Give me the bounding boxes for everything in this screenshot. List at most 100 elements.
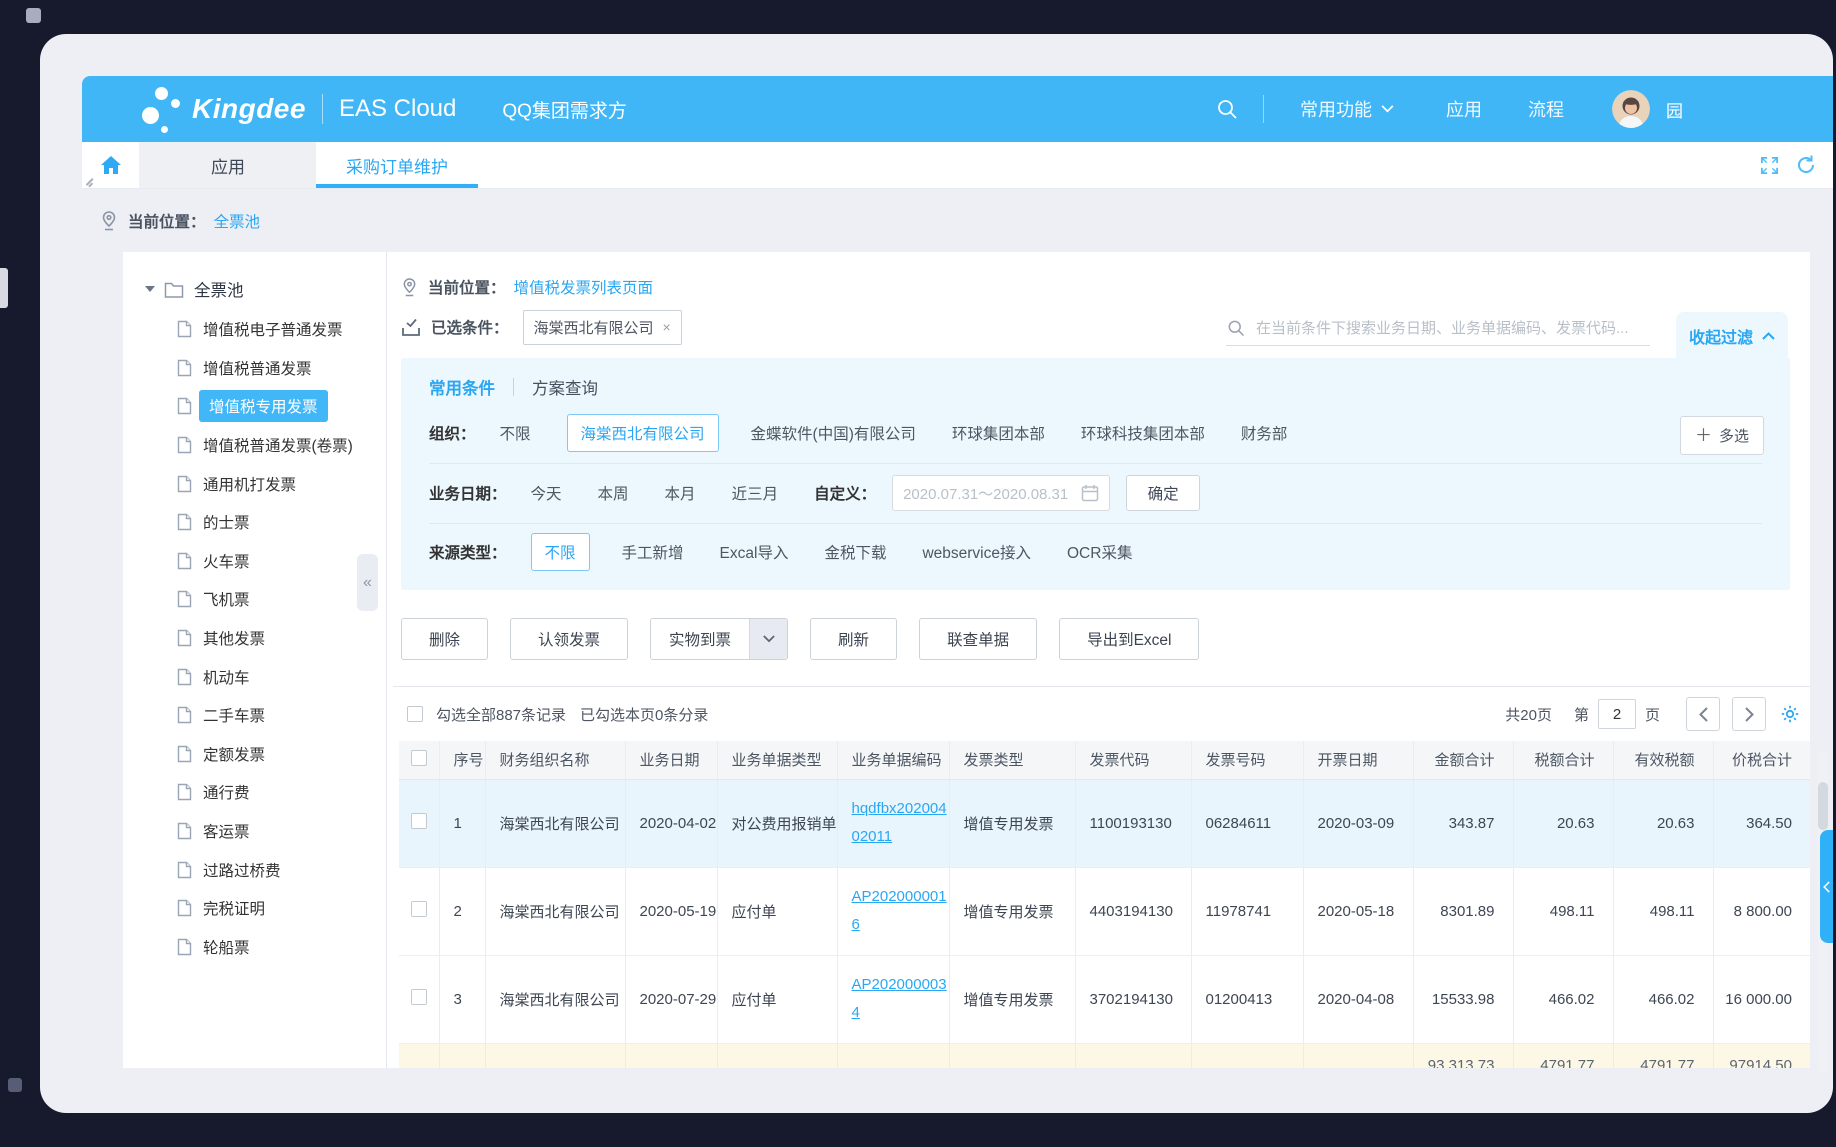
- chevron-down-icon: [763, 635, 775, 643]
- chevron-right-icon: [1745, 707, 1754, 722]
- cell-tax: 466.02: [1513, 955, 1613, 1043]
- sidebar-item-taxi[interactable]: 的士票: [123, 503, 386, 542]
- header-search-icon[interactable]: [1215, 97, 1239, 121]
- sidebar-item-passenger[interactable]: 客运票: [123, 812, 386, 851]
- cell-seq: 1: [439, 779, 485, 867]
- summary-valid-tax: 4791.77: [1613, 1043, 1713, 1068]
- date-range-input[interactable]: 2020.07.31～2020.08.31: [892, 475, 1110, 511]
- biz-code-link[interactable]: hqdfbx20200402011: [852, 800, 947, 846]
- sidebar-item-vat-special[interactable]: 增值税专用发票: [123, 387, 386, 426]
- tab-app[interactable]: 应用: [140, 142, 316, 188]
- org-option-unlimited[interactable]: 不限: [500, 422, 531, 444]
- criteria-tag-remove-icon[interactable]: ×: [663, 319, 671, 335]
- location-pin-icon: [401, 277, 418, 297]
- claim-invoice-button[interactable]: 认领发票: [510, 618, 628, 660]
- file-icon: [177, 320, 192, 338]
- cell-org: 海棠西北有限公司: [485, 779, 625, 867]
- caret-down-icon[interactable]: [145, 286, 155, 292]
- date-option-last-3-months[interactable]: 近三月: [732, 482, 779, 504]
- sidebar-item-flight[interactable]: 飞机票: [123, 580, 386, 619]
- page-number-input[interactable]: [1598, 699, 1636, 729]
- org-option-haitang-selected[interactable]: 海棠西北有限公司: [567, 414, 719, 452]
- next-page-button[interactable]: [1732, 697, 1766, 731]
- source-option-excel-import[interactable]: Excal导入: [720, 541, 789, 563]
- org-option-global-tech-hq[interactable]: 环球科技集团本部: [1081, 422, 1205, 444]
- header-divider: [1263, 95, 1264, 123]
- tab-purchase-order[interactable]: 采购订单维护: [316, 142, 478, 188]
- fullscreen-icon[interactable]: [1759, 155, 1780, 176]
- search-input[interactable]: [1256, 320, 1650, 337]
- physical-arrival-dropdown[interactable]: [749, 619, 787, 659]
- breadcrumb-value[interactable]: 全票池: [214, 210, 261, 232]
- sidebar-item-motor-vehicle[interactable]: 机动车: [123, 657, 386, 696]
- cell-biz-date: 2020-04-02: [625, 779, 717, 867]
- sidebar-item-ship[interactable]: 轮船票: [123, 928, 386, 967]
- table-settings-gear-icon[interactable]: [1780, 704, 1800, 724]
- prev-page-button[interactable]: [1686, 697, 1720, 731]
- sidebar-item-toll[interactable]: 通行费: [123, 773, 386, 812]
- header-checkbox[interactable]: [411, 750, 427, 766]
- cell-biz-date: 2020-07-29: [625, 955, 717, 1043]
- source-option-unlimited-selected[interactable]: 不限: [531, 533, 590, 571]
- tree-root-all-pools[interactable]: 全票池: [123, 268, 386, 310]
- date-confirm-button[interactable]: 确定: [1126, 475, 1200, 511]
- menu-flow[interactable]: 流程: [1528, 96, 1564, 122]
- source-option-manual[interactable]: 手工新增: [622, 541, 684, 563]
- sidebar-item-vat-roll[interactable]: 增值税普通发票(卷票): [123, 426, 386, 465]
- table-header-row: 序号 财务组织名称 业务日期 业务单据类型 业务单据编码 发票类型 发票代码 发…: [399, 741, 1810, 779]
- source-option-golden-tax[interactable]: 金税下载: [824, 541, 886, 563]
- cell-tax: 20.63: [1513, 779, 1613, 867]
- breadcrumb-label: 当前位置：: [128, 210, 206, 232]
- file-icon: [177, 629, 192, 647]
- physical-arrival-split-button[interactable]: 实物到票: [650, 618, 788, 660]
- sidebar-item-used-car[interactable]: 二手车票: [123, 696, 386, 735]
- collapse-filter-button[interactable]: 收起过滤: [1676, 312, 1788, 360]
- sidebar-item-other[interactable]: 其他发票: [123, 619, 386, 658]
- refresh-icon[interactable]: [1795, 154, 1817, 176]
- col-biz-code: 业务单据编码: [837, 741, 949, 779]
- right-panel-expand-handle[interactable]: [1820, 830, 1833, 943]
- delete-button[interactable]: 删除: [401, 618, 488, 660]
- menu-quick-functions[interactable]: 常用功能: [1300, 96, 1394, 122]
- sidebar-item-machine-printed[interactable]: 通用机打发票: [123, 464, 386, 503]
- filter-tab-plan[interactable]: 方案查询: [532, 375, 598, 399]
- export-excel-button[interactable]: 导出到Excel: [1059, 618, 1199, 660]
- row-checkbox[interactable]: [411, 989, 427, 1005]
- row-checkbox[interactable]: [411, 813, 427, 829]
- sidebar-item-vat-e-ordinary[interactable]: 增值税电子普通发票: [123, 310, 386, 349]
- col-valid-tax: 有效税额: [1613, 741, 1713, 779]
- avatar[interactable]: [1612, 90, 1650, 128]
- tab-home[interactable]: [82, 142, 140, 188]
- biz-code-link[interactable]: AP2020000016: [852, 888, 947, 934]
- select-all-text: 勾选全部887条记录: [436, 704, 566, 725]
- physical-arrival-label[interactable]: 实物到票: [651, 619, 749, 659]
- date-option-this-month[interactable]: 本月: [665, 482, 696, 504]
- org-multi-select-button[interactable]: ＋ 多选: [1680, 416, 1764, 455]
- sidebar-item-train[interactable]: 火车票: [123, 542, 386, 581]
- date-option-today[interactable]: 今天: [531, 482, 562, 504]
- sidebar-item-vat-ordinary[interactable]: 增值税普通发票: [123, 349, 386, 388]
- biz-code-link[interactable]: AP2020000034: [852, 976, 947, 1022]
- sidebar-collapse-handle[interactable]: «: [357, 554, 378, 611]
- row-checkbox[interactable]: [411, 901, 427, 917]
- brand-name: Kingdee: [192, 93, 306, 125]
- select-all-checkbox[interactable]: [407, 706, 423, 722]
- vertical-scrollbar-thumb[interactable]: [1818, 782, 1828, 830]
- file-icon: [177, 899, 192, 917]
- org-option-finance-dept[interactable]: 财务部: [1241, 422, 1288, 444]
- source-option-webservice[interactable]: webservice接入: [922, 541, 1031, 563]
- org-option-kingdee-china[interactable]: 金蝶软件(中国)有限公司: [751, 422, 916, 444]
- cell-org: 海棠西北有限公司: [485, 867, 625, 955]
- cell-issue-date: 2020-04-08: [1303, 955, 1413, 1043]
- sidebar-item-tax-paid-proof[interactable]: 完税证明: [123, 889, 386, 928]
- date-option-this-week[interactable]: 本周: [598, 482, 629, 504]
- sidebar-item-road-bridge[interactable]: 过路过桥费: [123, 850, 386, 889]
- sidebar-item-fixed-amount[interactable]: 定额发票: [123, 735, 386, 774]
- link-documents-button[interactable]: 联查单据: [919, 618, 1037, 660]
- source-option-ocr[interactable]: OCR采集: [1067, 541, 1132, 563]
- org-option-global-hq[interactable]: 环球集团本部: [952, 422, 1045, 444]
- filter-tab-common[interactable]: 常用条件: [429, 375, 495, 399]
- page-location-value[interactable]: 增值税发票列表页面: [514, 276, 654, 298]
- menu-app[interactable]: 应用: [1446, 96, 1482, 122]
- refresh-button[interactable]: 刷新: [810, 618, 897, 660]
